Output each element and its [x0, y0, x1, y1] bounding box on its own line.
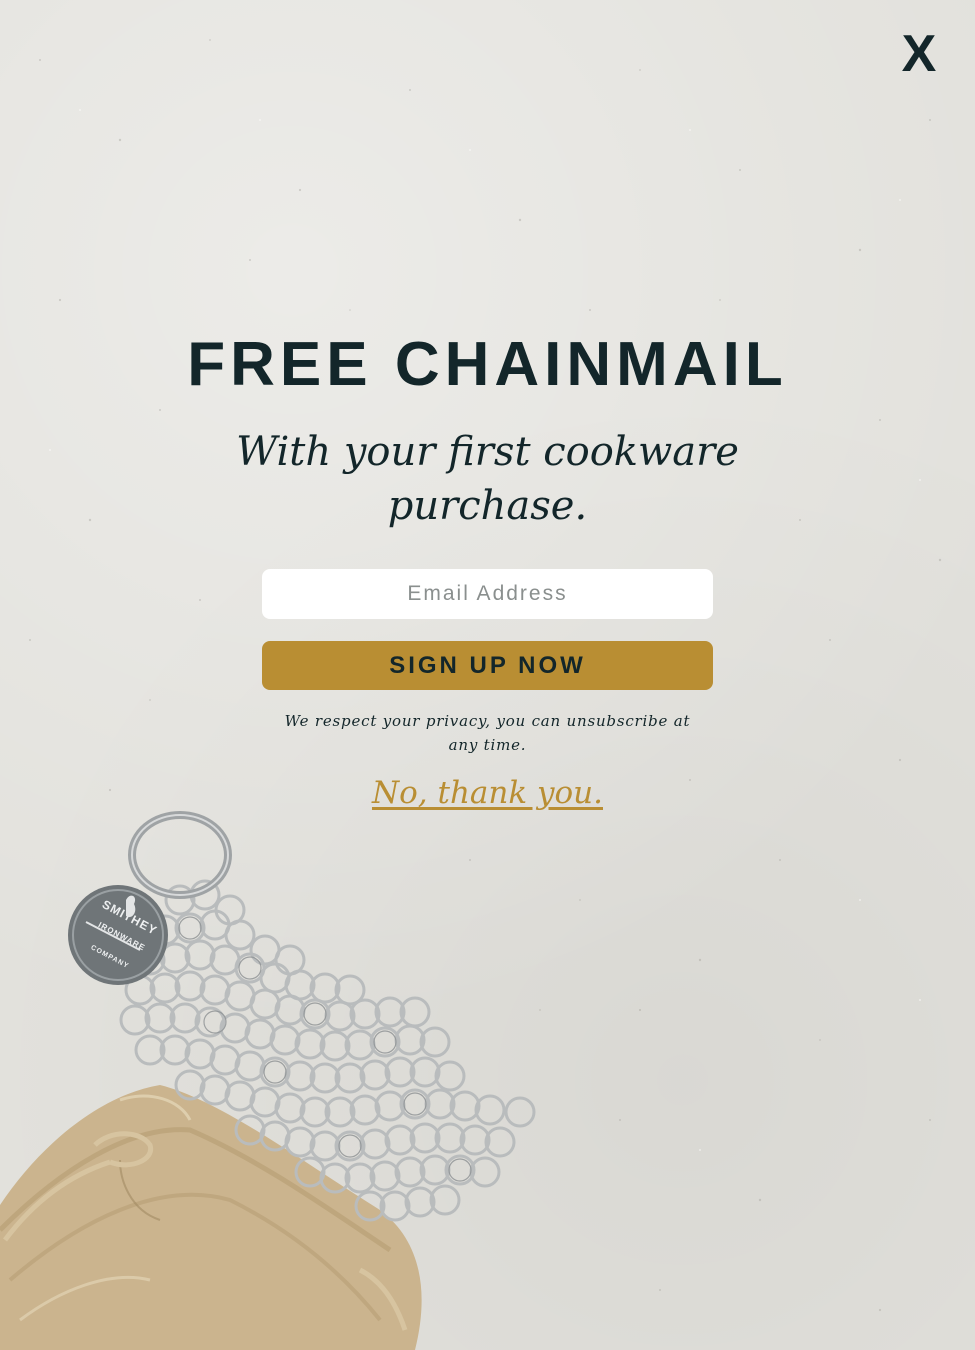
smithey-tag-logo: SMITHEY IRONWARE COMPANY	[68, 885, 168, 985]
close-button[interactable]: X	[893, 28, 945, 80]
email-field[interactable]	[262, 569, 713, 619]
headline: FREE CHAINMAIL	[187, 330, 788, 399]
subheadline: With your first cookware purchase.	[236, 429, 739, 529]
chainmail-scrubber-image: SMITHEY IRONWARE COMPANY	[0, 811, 536, 1350]
privacy-note: We respect your privacy, you can unsubsc…	[284, 712, 691, 754]
sign-up-button[interactable]: SIGN UP NOW	[262, 641, 713, 690]
burlap-pouch	[0, 1085, 422, 1350]
